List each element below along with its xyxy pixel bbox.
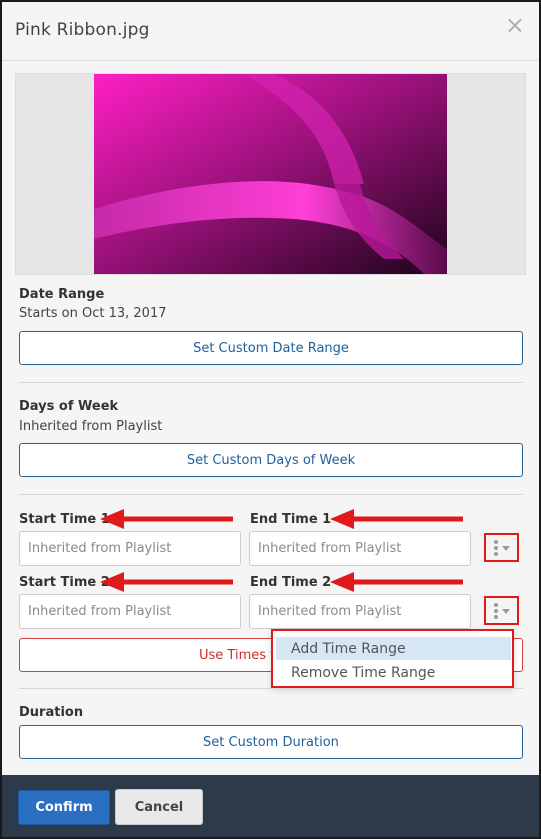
set-custom-duration-button[interactable]: Set Custom Duration — [19, 725, 523, 759]
annotation-arrow-icon — [100, 572, 233, 592]
menu-item-add-time-range[interactable]: Add Time Range — [276, 637, 511, 660]
pink-ribbon-image — [94, 74, 447, 274]
time-range-dropdown-menu: Add Time Range Remove Time Range — [271, 629, 514, 688]
confirm-button[interactable]: Confirm — [18, 790, 110, 825]
start-time-2-label: Start Time 2 — [19, 575, 110, 590]
days-of-week-label: Days of Week — [19, 399, 119, 414]
start-time-2-input[interactable] — [19, 594, 241, 629]
divider — [19, 382, 523, 383]
annotation-highlight — [484, 596, 519, 625]
duration-label: Duration — [19, 705, 84, 720]
menu-item-remove-time-range[interactable]: Remove Time Range — [276, 661, 511, 684]
cancel-button[interactable]: Cancel — [115, 789, 203, 825]
chevron-down-icon — [502, 545, 510, 551]
end-time-1-input[interactable] — [249, 531, 471, 566]
start-time-1-input[interactable] — [19, 531, 241, 566]
time-range-options-button[interactable] — [490, 600, 514, 622]
divider — [19, 494, 523, 495]
dialog-footer: Confirm Cancel — [2, 775, 539, 837]
dialog-header: Pink Ribbon.jpg × — [2, 2, 539, 61]
annotation-highlight — [484, 533, 519, 562]
days-of-week-value: Inherited from Playlist — [19, 419, 163, 434]
start-time-1-label: Start Time 1 — [19, 512, 110, 527]
annotation-arrow-icon — [100, 509, 233, 529]
set-custom-date-range-button[interactable]: Set Custom Date Range — [19, 331, 523, 365]
divider — [19, 688, 523, 689]
date-range-label: Date Range — [19, 287, 105, 302]
more-vertical-icon — [494, 540, 498, 556]
end-time-2-input[interactable] — [249, 594, 471, 629]
close-icon[interactable]: × — [505, 13, 525, 37]
set-custom-days-of-week-button[interactable]: Set Custom Days of Week — [19, 443, 523, 477]
end-time-2-label: End Time 2 — [250, 575, 332, 590]
media-item-dialog: Pink Ribbon.jpg × Date Range Starts on O… — [0, 0, 541, 839]
dialog-title: Pink Ribbon.jpg — [15, 20, 150, 40]
chevron-down-icon — [502, 608, 510, 614]
annotation-arrow-icon — [330, 572, 463, 592]
more-vertical-icon — [494, 603, 498, 619]
image-preview — [15, 73, 526, 275]
time-range-options-button[interactable] — [490, 537, 514, 559]
end-time-1-label: End Time 1 — [250, 512, 332, 527]
date-range-value: Starts on Oct 13, 2017 — [19, 306, 167, 321]
annotation-arrow-icon — [330, 509, 463, 529]
